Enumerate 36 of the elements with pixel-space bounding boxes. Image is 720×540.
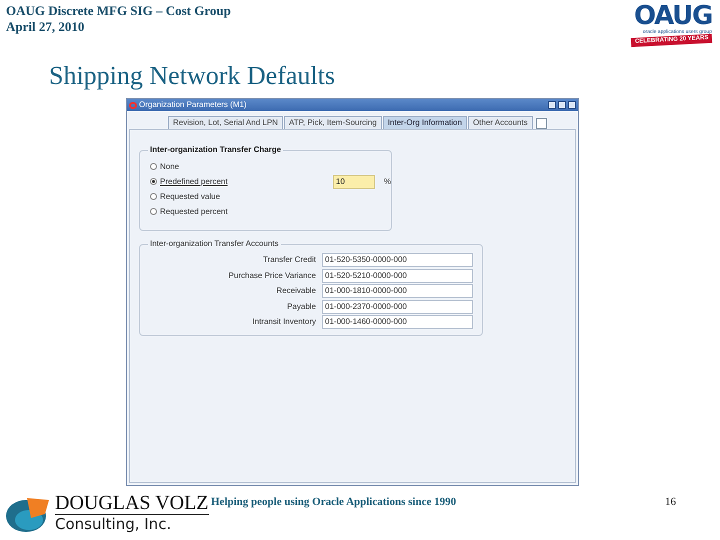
group-title: Inter-organization Transfer Accounts [148, 239, 281, 249]
tab[interactable]: ATP, Pick, Item-Sourcing [284, 116, 382, 129]
radio-button[interactable] [150, 163, 157, 170]
tab[interactable]: Revision, Lot, Serial And LPN [168, 116, 283, 129]
header-text: OAUG Discrete MFG SIG – Cost Group [6, 3, 231, 19]
group-title: Inter-organization Transfer Charge [148, 145, 284, 155]
field-label: Intransit Inventory [251, 317, 316, 327]
option-label: Requested percent [160, 206, 229, 216]
page-number: 16 [665, 495, 676, 510]
option-label: Predefined percent [160, 176, 229, 186]
field-label: Purchase Price Variance [228, 270, 316, 280]
option-label: Requested value [160, 192, 222, 202]
radio-button[interactable] [150, 178, 157, 185]
tab[interactable]: Other Accounts [468, 116, 533, 129]
app-icon [129, 102, 137, 108]
option-label: None [160, 162, 180, 172]
radio-button[interactable] [150, 193, 157, 200]
field-label: Payable [286, 302, 316, 312]
footer-tagline: Helping people using Oracle Applications since 1990 [211, 495, 456, 510]
logo-wordmark: OAUG [634, 3, 712, 29]
company-name: DOUGLAS VOLZ [55, 492, 209, 515]
company-suffix: Consulting, Inc. [55, 515, 172, 534]
header-date: April 27, 2010 [6, 19, 86, 35]
window-title: Organization Parameters (M1) [139, 100, 248, 110]
slide-title: Shipping Network Defaults [49, 61, 335, 91]
field-label: Transfer Credit [262, 255, 316, 265]
account-field[interactable]: 01-000-2370-0000-000 [322, 300, 473, 314]
percent-sign: % [384, 176, 391, 188]
percent-field[interactable]: 10 [332, 174, 375, 188]
account-field[interactable]: 01-520-5350-0000-000 [322, 253, 473, 267]
account-field[interactable]: 01-000-1810-0000-000 [322, 284, 473, 298]
field-label: Receivable [275, 286, 316, 296]
account-field[interactable]: 01-000-1460-0000-000 [322, 315, 473, 329]
tab[interactable]: Inter-Org Information [382, 116, 467, 129]
radio-button[interactable] [150, 208, 157, 215]
account-field[interactable]: 01-520-5210-0000-000 [322, 268, 473, 282]
